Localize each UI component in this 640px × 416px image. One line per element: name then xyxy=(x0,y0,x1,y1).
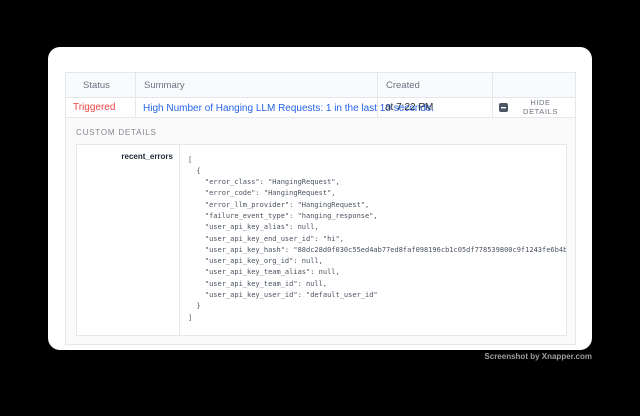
watermark-text: Screenshot by Xnapper.com xyxy=(484,352,592,361)
details-json-value: [ { "error_class": "HangingRequest", "er… xyxy=(180,145,566,335)
alert-details-card: Status Summary Created Triggered High Nu… xyxy=(48,47,592,350)
details-row: CUSTOM DETAILS recent_errors [ { "error_… xyxy=(66,117,576,344)
column-header-status: Status xyxy=(66,73,136,98)
status-badge: Triggered xyxy=(66,98,136,118)
column-header-summary: Summary xyxy=(136,73,378,98)
hide-details-button[interactable]: HIDE DETAILS xyxy=(499,98,569,116)
minus-square-icon xyxy=(499,103,508,112)
column-header-actions xyxy=(493,73,576,98)
custom-details-box: recent_errors [ { "error_class": "Hangin… xyxy=(76,144,567,336)
column-header-created: Created xyxy=(378,73,493,98)
details-key-label: recent_errors xyxy=(77,145,180,335)
table-header-row: Status Summary Created xyxy=(66,73,576,98)
desktop-background: Status Summary Created Triggered High Nu… xyxy=(0,0,640,416)
hide-details-label: HIDE DETAILS xyxy=(512,98,569,116)
custom-details-panel: CUSTOM DETAILS recent_errors [ { "error_… xyxy=(66,118,575,344)
custom-details-title: CUSTOM DETAILS xyxy=(76,128,567,137)
alerts-table: Status Summary Created Triggered High Nu… xyxy=(65,72,576,345)
table-row: Triggered High Number of Hanging LLM Req… xyxy=(66,98,576,118)
